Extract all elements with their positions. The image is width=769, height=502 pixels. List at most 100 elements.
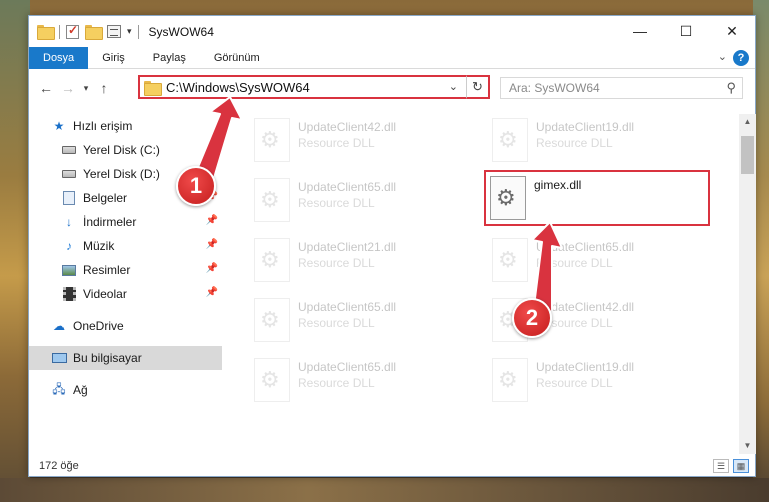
drive-icon: [61, 167, 77, 181]
list-item[interactable]: UpdateClient65.dll Resource DLL: [250, 294, 470, 346]
chevron-down-icon[interactable]: ▾: [127, 26, 132, 37]
sidebar-item-label: Ağ: [73, 383, 88, 397]
drive-icon: [61, 143, 77, 157]
close-button[interactable]: ✕: [709, 16, 755, 46]
sidebar-item-quick-access[interactable]: ★ Hızlı erişim: [29, 114, 222, 138]
file-name: UpdateClient65.dll: [298, 300, 397, 314]
file-list: UpdateClient42.dll Resource DLL UpdateCl…: [222, 114, 739, 454]
list-item[interactable]: UpdateClient65.dll Resource DLL: [250, 174, 470, 226]
customize-icon[interactable]: [107, 25, 121, 38]
quick-access-toolbar: ▾: [29, 23, 139, 40]
desktop-background-bottom: [0, 478, 769, 502]
file-name: UpdateClient19.dll: [536, 120, 635, 134]
file-type: Resource DLL: [298, 196, 375, 210]
help-icon[interactable]: ?: [733, 50, 749, 66]
new-folder-icon[interactable]: [85, 25, 103, 40]
cloud-icon: ☁: [53, 319, 65, 333]
pin-icon[interactable]: 📌: [206, 239, 218, 250]
dll-file-icon: [254, 298, 290, 342]
pictures-icon: [61, 263, 77, 277]
list-item[interactable]: UpdateClient42.dll Resource DLL: [250, 114, 470, 166]
pin-icon[interactable]: 📌: [206, 143, 218, 154]
sidebar-item-local-disk-c[interactable]: Yerel Disk (C:) 📌: [29, 138, 222, 162]
search-input[interactable]: Ara: SysWOW64 ⚲: [500, 77, 743, 99]
list-item[interactable]: UpdateClient19.dll Resource DLL: [488, 114, 708, 166]
file-name: UpdateClient65.dll: [536, 240, 635, 254]
vertical-scrollbar[interactable]: ▲ ▼: [739, 114, 756, 454]
file-type: Resource DLL: [298, 376, 375, 390]
file-name: UpdateClient21.dll: [298, 240, 397, 254]
sidebar-item-label: İndirmeler: [83, 215, 137, 229]
sidebar-item-label: Yerel Disk (C:): [83, 143, 160, 157]
sidebar-item-this-pc[interactable]: Bu bilgisayar: [29, 346, 222, 370]
details-view-icon[interactable]: ☰: [713, 459, 729, 473]
sidebar-item-label: Müzik: [83, 239, 115, 253]
scrollbar-thumb[interactable]: [741, 136, 754, 174]
file-type: Resource DLL: [298, 256, 375, 270]
navigation-pane: ★ Hızlı erişim Yerel Disk (C:) 📌 Yerel D…: [29, 114, 222, 454]
dll-file-icon: [254, 358, 290, 402]
navigation-bar: ← → ▾ ↑ C:\Windows\SysWOW64 ⌄ ↻ Ara: Sys…: [29, 74, 755, 102]
sidebar-item-label: Bu bilgisayar: [73, 351, 142, 365]
list-item-gimex-dll[interactable]: gimex.dll: [484, 170, 710, 226]
tab-gorunum[interactable]: Görünüm: [200, 47, 274, 69]
dll-file-icon: [254, 178, 290, 222]
pin-icon[interactable]: 📌: [206, 287, 218, 298]
scroll-up-icon[interactable]: ▲: [739, 114, 756, 130]
address-path[interactable]: C:\Windows\SysWOW64: [166, 80, 310, 95]
window-controls: — ☐ ✕: [617, 16, 755, 46]
address-bar[interactable]: C:\Windows\SysWOW64 ⌄: [138, 75, 490, 99]
list-item[interactable]: UpdateClient65.dll Resource DLL: [488, 234, 708, 286]
tab-paylas[interactable]: Paylaş: [139, 47, 200, 69]
file-name: UpdateClient65.dll: [298, 180, 397, 194]
sidebar-item-pictures[interactable]: Resimler 📌: [29, 258, 222, 282]
toolbar-divider: [137, 24, 139, 39]
sidebar-item-label: Belgeler: [83, 191, 128, 205]
file-type: Resource DLL: [536, 136, 613, 150]
file-name: gimex.dll: [534, 178, 582, 192]
back-arrow-icon[interactable]: ←: [35, 80, 57, 96]
search-icon[interactable]: ⚲: [726, 80, 736, 96]
dll-file-icon: [254, 118, 290, 162]
minimize-button[interactable]: —: [617, 16, 663, 46]
tab-giris[interactable]: Giriş: [88, 47, 139, 69]
tab-dosya[interactable]: Dosya: [29, 46, 89, 69]
sidebar-item-network[interactable]: 🖧 Ağ: [29, 378, 222, 402]
recent-locations-chevron-icon[interactable]: ▾: [79, 83, 93, 94]
pin-icon[interactable]: 📌: [206, 263, 218, 274]
expand-ribbon-icon[interactable]: ⌄: [718, 50, 727, 63]
view-buttons: ☰ ▦: [713, 459, 749, 473]
status-bar: 172 öğe ☰ ▦: [29, 456, 755, 476]
list-item[interactable]: UpdateClient21.dll Resource DLL: [250, 234, 470, 286]
documents-icon: [61, 191, 77, 205]
list-item[interactable]: UpdateClient65.dll Resource DLL: [250, 354, 470, 406]
dll-file-icon: [490, 176, 526, 220]
title-bar: ▾ SysWOW64 — ☐ ✕: [29, 16, 755, 47]
network-icon: 🖧: [52, 381, 66, 396]
sidebar-item-downloads[interactable]: ↓ İndirmeler 📌: [29, 210, 222, 234]
annotation-step-1: 1: [176, 166, 216, 206]
pin-icon[interactable]: 📌: [206, 215, 218, 226]
dll-file-icon: [254, 238, 290, 282]
computer-icon: [51, 351, 67, 365]
file-type: Resource DLL: [536, 376, 613, 390]
maximize-button[interactable]: ☐: [663, 16, 709, 46]
large-icons-view-icon[interactable]: ▦: [733, 459, 749, 473]
properties-check-icon[interactable]: [66, 23, 79, 39]
address-dropdown-icon[interactable]: ⌄: [449, 80, 458, 93]
desktop-background-left: [0, 0, 30, 502]
file-type: Resource DLL: [298, 316, 375, 330]
sidebar-item-onedrive[interactable]: ☁ OneDrive: [29, 314, 222, 338]
up-arrow-icon[interactable]: ↑: [93, 80, 115, 96]
refresh-button[interactable]: ↻: [466, 75, 490, 99]
sidebar-item-music[interactable]: ♪ Müzik 📌: [29, 234, 222, 258]
file-name: UpdateClient42.dll: [298, 120, 397, 134]
sidebar-item-videos[interactable]: Videolar 📌: [29, 282, 222, 306]
file-name: UpdateClient19.dll: [536, 360, 635, 374]
star-icon: ★: [53, 119, 65, 133]
dll-file-icon: [492, 358, 528, 402]
search-placeholder: Ara: SysWOW64: [509, 81, 600, 95]
list-item[interactable]: UpdateClient19.dll Resource DLL: [488, 354, 708, 406]
scroll-down-icon[interactable]: ▼: [739, 438, 756, 454]
forward-arrow-icon[interactable]: →: [57, 80, 79, 96]
